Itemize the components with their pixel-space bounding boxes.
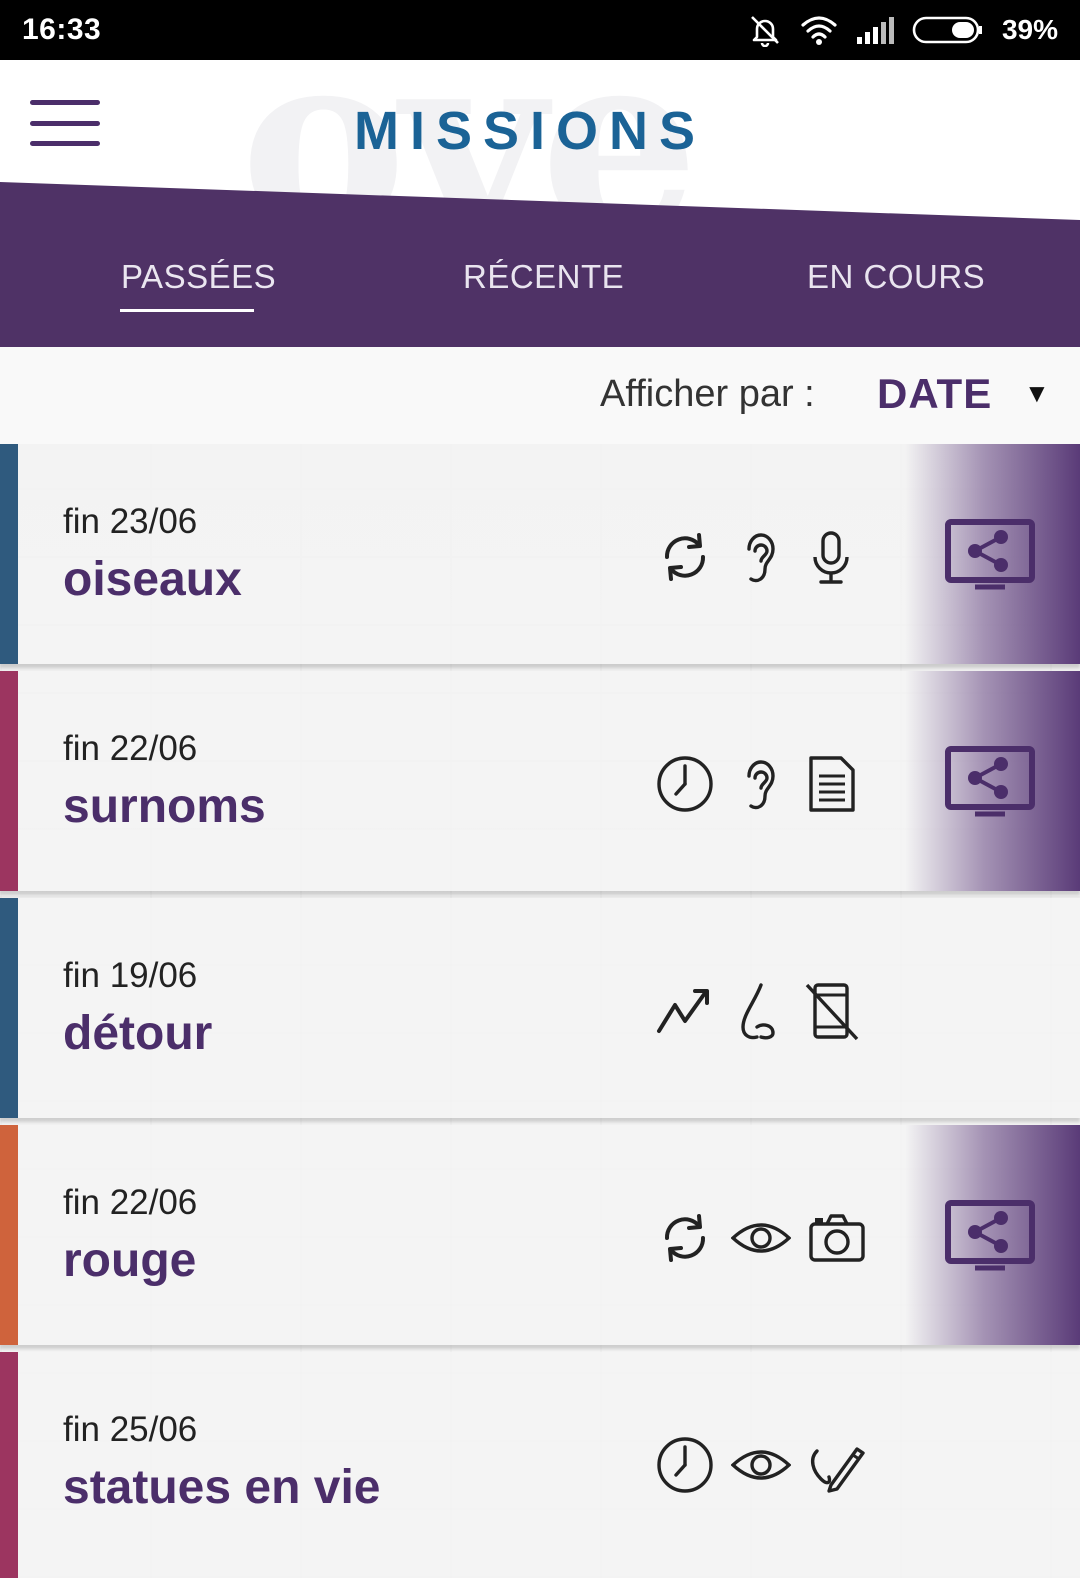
tab-passees[interactable]: PASSÉES [121, 258, 276, 296]
tab-en-cours[interactable]: EN COURS [807, 258, 985, 296]
clock-icon [657, 1437, 713, 1493]
refresh-icon [664, 533, 706, 581]
mission-date: fin 22/06 [63, 1183, 198, 1222]
mission-name: détour [63, 1007, 213, 1060]
category-stripe [0, 898, 18, 1118]
pencil-icon [810, 1447, 865, 1493]
mission-name: surnoms [63, 780, 266, 833]
mission-icons [655, 1208, 867, 1268]
eye-icon [731, 1223, 791, 1253]
mission-name: oiseaux [63, 553, 242, 606]
category-stripe [0, 444, 18, 664]
mission-date: fin 22/06 [63, 729, 198, 768]
microphone-icon [813, 531, 849, 584]
mission-icons [655, 527, 859, 587]
sort-dropdown[interactable]: DATE [877, 370, 992, 418]
mission-row-surnoms[interactable]: fin 22/06 surnoms [0, 671, 1080, 891]
mission-row-oiseaux[interactable]: fin 23/06 oiseaux [0, 444, 1080, 664]
nose-icon [741, 983, 775, 1040]
status-bar: 16:33 39% [0, 0, 1080, 60]
refresh-icon [664, 1214, 706, 1262]
mission-date: fin 19/06 [63, 956, 198, 995]
mission-icons [655, 981, 861, 1041]
category-stripe [0, 671, 18, 891]
active-tab-indicator [120, 309, 254, 312]
mission-date: fin 23/06 [63, 502, 198, 541]
mission-icons [655, 1435, 867, 1495]
tab-recente[interactable]: RÉCENTE [463, 258, 624, 296]
missions-screen: 16:33 39% ove MISSIONS PASSÉES RÉCENTE E… [0, 0, 1080, 1578]
mission-date: fin 25/06 [63, 1410, 198, 1449]
ear-icon [747, 760, 775, 810]
sort-label: Afficher par : [600, 373, 815, 415]
mission-row-rouge[interactable]: fin 22/06 rouge [0, 1125, 1080, 1345]
share-screen-icon[interactable] [945, 519, 1035, 599]
status-icons: 39% [748, 13, 1058, 47]
share-screen-icon[interactable] [945, 1200, 1035, 1280]
category-stripe [0, 1125, 18, 1345]
mission-row-statues-en-vie[interactable]: fin 25/06 statues en vie [0, 1352, 1080, 1578]
signal-icon [856, 17, 894, 44]
no-phone-icon [805, 983, 859, 1041]
trend-icon [657, 989, 709, 1033]
category-stripe [0, 1352, 18, 1578]
mission-icons [655, 754, 859, 814]
dropdown-caret-icon[interactable]: ▼ [1024, 378, 1050, 409]
mission-name: statues en vie [63, 1461, 381, 1514]
battery-icon [912, 16, 982, 44]
ear-icon [747, 533, 775, 583]
share-screen-icon[interactable] [945, 746, 1035, 826]
document-icon [809, 756, 855, 812]
page-title: MISSIONS [353, 101, 707, 161]
mission-name: rouge [63, 1234, 197, 1287]
camera-icon [809, 1214, 865, 1262]
status-time: 16:33 [22, 13, 102, 46]
battery-percent: 39% [1001, 14, 1058, 45]
mute-icon [751, 16, 779, 47]
eye-icon [731, 1450, 791, 1480]
clock-icon [657, 756, 713, 812]
wifi-icon [801, 16, 837, 45]
mission-row-detour[interactable]: fin 19/06 détour [0, 898, 1080, 1118]
